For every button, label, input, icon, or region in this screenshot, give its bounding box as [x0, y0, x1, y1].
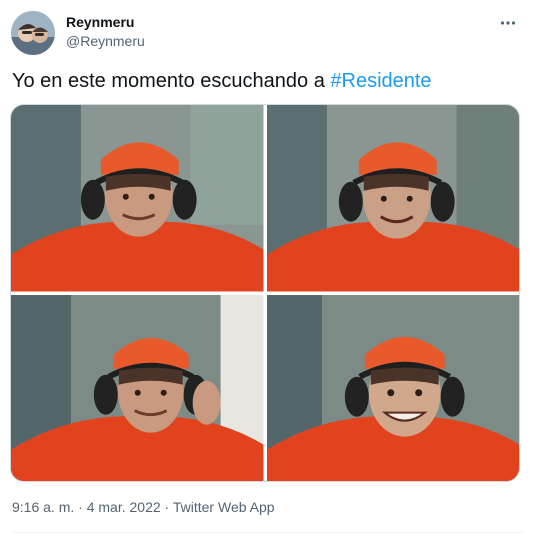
tweet: Reynmeru @Reynmeru Yo en este momento es…	[0, 0, 535, 536]
photo-image	[11, 105, 264, 292]
tweet-source[interactable]: Twitter Web App	[173, 499, 275, 515]
tweet-text-body: Yo en este momento escuchando a	[12, 70, 331, 92]
more-options-button[interactable]	[495, 10, 521, 36]
photo-panel-3[interactable]	[11, 294, 264, 481]
photo-panel-4[interactable]	[266, 294, 519, 481]
tweet-time[interactable]: 9:16 a. m.	[12, 499, 74, 515]
hashtag-link[interactable]: #Residente	[330, 70, 431, 92]
user-handle[interactable]: @Reynmeru	[66, 32, 145, 50]
tweet-metadata: 9:16 a. m. · 4 mar. 2022 · Twitter Web A…	[12, 498, 275, 516]
tweet-date[interactable]: 4 mar. 2022	[87, 499, 161, 515]
photo-image	[266, 294, 519, 481]
more-horizontal-icon	[500, 21, 516, 25]
meta-separator-1: ·	[74, 499, 87, 515]
user-info: Reynmeru @Reynmeru	[66, 13, 145, 50]
photo-panel-2[interactable]	[266, 105, 519, 292]
divider	[12, 532, 523, 533]
display-name[interactable]: Reynmeru	[66, 13, 145, 31]
avatar[interactable]	[11, 11, 55, 55]
tweet-media[interactable]	[10, 104, 520, 482]
tweet-text: Yo en este momento escuchando a #Residen…	[12, 68, 432, 94]
photo-image	[266, 105, 519, 292]
photo-image	[11, 294, 264, 481]
meta-separator-2: ·	[160, 499, 173, 515]
avatar-image	[11, 11, 55, 55]
photo-collage	[11, 105, 519, 481]
photo-panel-1[interactable]	[11, 105, 264, 292]
